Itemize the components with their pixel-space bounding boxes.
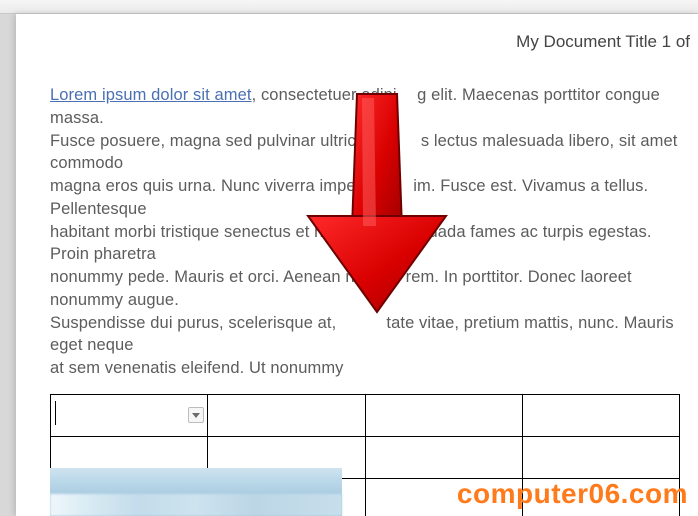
hyperlink-lorem[interactable]: Lorem ipsum dolor sit amet — [50, 86, 252, 104]
text-run: , consectetuer adipi — [252, 86, 397, 104]
table-cell[interactable] — [522, 436, 679, 478]
table-cell[interactable] — [522, 394, 679, 436]
text-run: Suspendisse dui purus, scelerisque at, — [50, 314, 336, 332]
text-run: magna eros quis urna. Nunc viverra imper… — [50, 177, 388, 195]
table-row[interactable] — [51, 394, 680, 436]
table-cell-active[interactable] — [51, 394, 208, 436]
table-cell[interactable] — [365, 394, 522, 436]
text-run: at sem venenatis eleifend. Ut nonummy — [50, 359, 344, 377]
text-cursor — [55, 401, 56, 425]
document-body[interactable]: Lorem ipsum dolor sit amet, consectetuer… — [16, 84, 698, 516]
header-title: My Document Title 1 of — [16, 32, 698, 52]
header-separator — [16, 66, 698, 84]
text-run: nonummy pede. Mauris et orci. Aenean ne — [50, 268, 364, 286]
embedded-image[interactable] — [50, 468, 342, 516]
app-toolbar — [0, 0, 698, 14]
text-run: Fusce posuere, magna sed pulvinar ultric… — [50, 132, 396, 150]
table-cell[interactable] — [208, 394, 365, 436]
body-paragraph[interactable]: Lorem ipsum dolor sit amet, consectetuer… — [50, 84, 680, 380]
table-cell[interactable] — [365, 436, 522, 478]
page-header: My Document Title 1 of — [16, 14, 698, 66]
chevron-down-icon — [191, 410, 201, 420]
text-run: habitant morbi tristique senectus et net… — [50, 223, 374, 241]
cell-options-button[interactable] — [188, 407, 204, 423]
document-page[interactable]: My Document Title 1 of Lorem ipsum dolor… — [16, 14, 698, 516]
watermark-text: computer06.com — [457, 478, 688, 510]
